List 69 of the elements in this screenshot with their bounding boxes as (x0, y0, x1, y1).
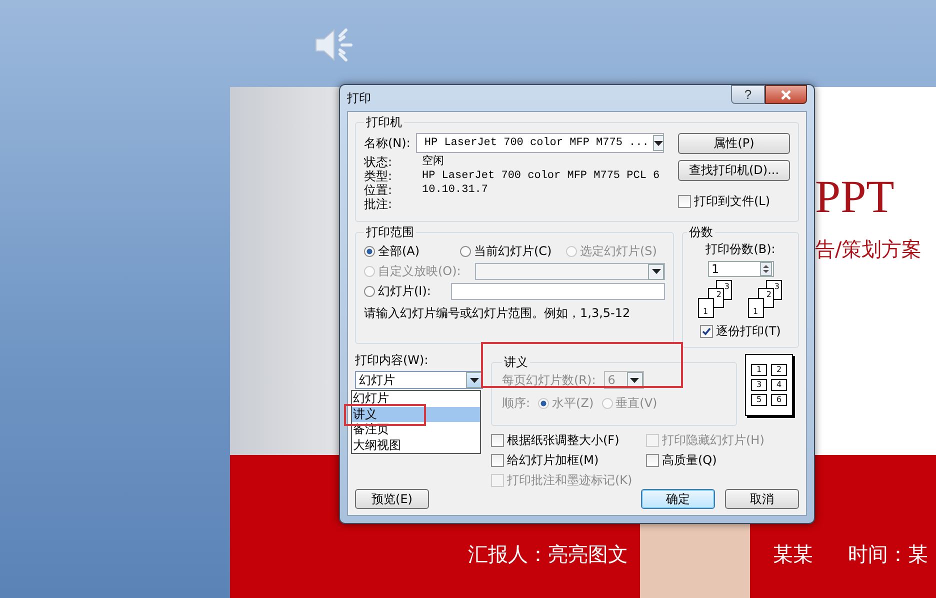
page-number: 1 (698, 298, 714, 318)
page-number: 5 (751, 394, 767, 406)
slide-footer-text: 时间：某 (848, 541, 928, 568)
radio-button[interactable] (460, 246, 471, 257)
checkbox-label: 打印隐藏幻灯片(H) (662, 432, 764, 449)
checkbox[interactable] (700, 325, 714, 338)
info-label: 批注: (364, 197, 394, 211)
info-label: 类型: (364, 169, 394, 183)
radio-label: 全部(A) (378, 243, 420, 260)
dropdown-option[interactable]: 大纲视图 (352, 438, 480, 453)
field-label: 顺序: (502, 395, 530, 412)
field-label: 名称(N): (364, 134, 410, 152)
checkbox[interactable] (491, 454, 504, 467)
hint-text: 请输入幻灯片编号或幻灯片范围。例如，1,3,5-12 (364, 305, 632, 322)
checkbox-label: 给幻灯片加框(M) (507, 452, 599, 469)
field-label: 每页幻灯片数(R): (502, 372, 596, 388)
properties-button[interactable]: 属性(P) (678, 133, 790, 154)
slide-title: PPT (815, 170, 894, 223)
dialog-button[interactable]: 预览(E) (355, 489, 429, 509)
page-number: 6 (771, 394, 787, 406)
radio-label: 幻灯片(I): (378, 283, 431, 300)
field-label: 打印内容(W): (355, 352, 430, 369)
find-printer-button[interactable]: 查找打印机(D)... (678, 160, 790, 181)
dropdown-option[interactable]: 讲义 (352, 406, 480, 422)
checkbox[interactable] (491, 434, 504, 447)
info-value: 10.10.31.7 (422, 183, 490, 197)
close-icon (780, 90, 792, 100)
checkbox-label: 高质量(Q) (662, 452, 717, 469)
checkbox[interactable] (678, 195, 691, 208)
radio-label: 自定义放映(O): (378, 263, 461, 280)
slide-subtitle: 告/策划方案 (815, 236, 922, 263)
spinner-arrows-icon (760, 262, 772, 276)
page-number: 3 (751, 379, 767, 391)
radio-button[interactable] (364, 286, 375, 297)
dropdown-option[interactable]: 幻灯片 (352, 391, 480, 406)
page-number: 1 (748, 298, 764, 318)
info-value: HP LaserJet 700 color MFP M775 PCL 6 (422, 169, 661, 183)
close-button[interactable] (765, 85, 807, 104)
radio-label: 垂直(V) (616, 395, 658, 412)
info-label: 位置: (364, 183, 394, 197)
checkbox-label: 根据纸张调整大小(F) (507, 432, 620, 449)
field-label: 打印份数(B): (706, 241, 776, 258)
window-title: 打印 (347, 90, 371, 106)
checkbox-label: 打印批注和墨迹标记(K) (507, 472, 632, 489)
page-number: 1 (751, 364, 767, 376)
page-number: 4 (771, 379, 787, 391)
radio-label: 当前幻灯片(C) (474, 243, 552, 260)
group-title: 讲义 (503, 354, 529, 371)
info-value: 空闲 (422, 155, 445, 169)
checkbox-label: 打印到文件(L) (694, 193, 770, 210)
printer-dropdown[interactable]: HP LaserJet 700 color MFP M775 ... (416, 133, 664, 153)
print-content-dropdown[interactable]: 幻灯片 (355, 371, 483, 389)
slide-footer-text: 汇报人：亮亮图文 (468, 541, 628, 568)
dialog-button[interactable]: 取消 (725, 489, 799, 509)
group-title: 打印范围 (365, 224, 415, 241)
radio-button[interactable] (364, 246, 375, 257)
page-number: 2 (771, 364, 787, 376)
checkbox-label: 逐份打印(T) (716, 323, 781, 340)
group-title: 打印机 (365, 114, 403, 131)
copies-spinner[interactable]: 1 (708, 261, 774, 277)
group-title: 份数 (688, 224, 714, 241)
info-label: 状态: (364, 155, 394, 169)
radio-label: 水平(Z) (552, 395, 594, 412)
slide-footer-text: 某某 (773, 541, 813, 568)
radio-label: 选定幻灯片(S) (580, 243, 657, 260)
help-button[interactable]: ? (731, 85, 765, 104)
dialog-button[interactable]: 确定 (641, 489, 715, 509)
checkbox[interactable] (646, 454, 659, 467)
slide-range-field[interactable] (451, 283, 666, 300)
